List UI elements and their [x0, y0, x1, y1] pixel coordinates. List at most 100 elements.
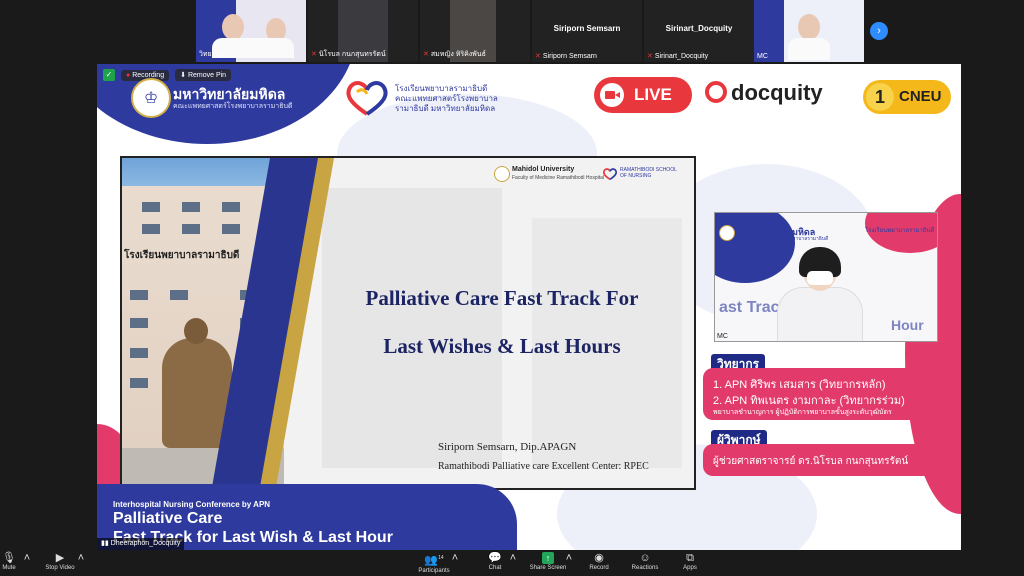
slide-title-line1: Palliative Care Fast Track For	[365, 286, 639, 310]
banner-subtitle: Interhospital Nursing Conference by APN	[113, 500, 271, 509]
slide-logo-uni: Mahidol University	[512, 166, 575, 173]
cneu-number: 1	[866, 83, 894, 111]
speaker-line-3: พยาบาลชำนาญการ ผู้ปฏิบัติการพยาบาลขั้นสู…	[713, 409, 892, 416]
self-view-name: ▮▮ Dheeraphon_Docquity	[97, 538, 185, 550]
slide-bg-building	[322, 188, 502, 468]
docquity-label: docquity	[731, 80, 823, 105]
participant-tile[interactable]: วิทยากร	[196, 0, 306, 62]
participant-tile[interactable]: Siriporn Semsarn ✕ Siriporn Semsarn	[532, 0, 642, 62]
apps-button[interactable]: ⧉ Apps	[676, 552, 704, 571]
statue-head	[184, 318, 208, 344]
chat-options-button[interactable]: ˄	[508, 552, 518, 565]
pin-icon: ⬇	[180, 72, 186, 79]
chevron-up-icon: ˄	[23, 552, 31, 564]
video-camera-icon: ▶	[55, 552, 65, 564]
mic-muted-icon: ✕	[311, 51, 317, 58]
participant-name-row: ✕ Sirinart_Docquity	[647, 52, 708, 60]
nursing-school-name: โรงเรียนพยาบาลรามาธิบดี คณะแพทยศาสตร์โรง…	[395, 84, 498, 113]
speakers-panel: 1. APN ศิริพร เสมสาร (วิทยากรหลัก) 2. AP…	[703, 368, 935, 420]
nursing-heart-icon	[602, 168, 618, 181]
reactions-button[interactable]: ☺ Reactions	[626, 552, 664, 571]
signal-icon: ▮▮	[101, 540, 111, 547]
critic-line-1: ผู้ช่วยศาสตราจารย์ ดร.นิโรบล กนกสุนทรรัต…	[713, 456, 909, 467]
participant-name: Siriporn Semsarn	[542, 53, 597, 60]
participants-count: 14	[438, 555, 444, 561]
presentation-slide: โรงเรียนพยาบาลรามาธิบดี Mahidol Universi…	[120, 156, 696, 490]
live-label: LIVE	[634, 85, 672, 104]
participant-tile[interactable]: ✕ สมหญิง หิริคิงพันธ์	[420, 0, 530, 62]
presenter-video[interactable]: มหาวิทยาลัยมหิดล คณะแพทยศาสตร์โรงพยาบาลร…	[714, 212, 938, 342]
video-camera-icon	[600, 83, 624, 107]
chevron-right-icon: ›	[877, 25, 881, 37]
participants-options-button[interactable]: ˄	[450, 552, 460, 565]
chat-button[interactable]: 💬 Chat	[480, 552, 510, 571]
docquity-logo: docquity	[705, 80, 823, 106]
stop-video-button[interactable]: ▶ Stop Video	[40, 552, 80, 571]
mahidol-seal-icon	[494, 166, 510, 182]
reactions-label: Reactions	[631, 565, 659, 571]
mute-label: Mute	[2, 565, 16, 571]
video-school-name: โรงเรียนพยาบาลรามาธิบดี	[865, 228, 935, 234]
critic-panel: ผู้ช่วยศาสตราจารย์ ดร.นิโรบล กนกสุนทรรัต…	[703, 444, 935, 476]
participant-center-name: Sirinart_Docquity	[665, 24, 733, 33]
slide-title-line2: Last Wishes & Last Hours	[383, 334, 621, 358]
participant-face	[222, 14, 244, 40]
participant-name: MC	[757, 53, 768, 60]
meeting-status-bar: ✓ ● Recording ⬇ Remove Pin	[103, 68, 232, 82]
chat-label: Chat	[488, 565, 502, 571]
slide-logos: Mahidol University Faculty of Medicine R…	[492, 164, 688, 186]
record-label: Record	[589, 565, 609, 571]
participant-name-row: ✕ Siriporn Semsarn	[535, 52, 597, 60]
university-subtitle: คณะแพทยศาสตร์โรงพยาบาลรามาธิบดี	[173, 103, 293, 110]
next-page-button[interactable]: ›	[870, 22, 888, 40]
building-sign: โรงเรียนพยาบาลรามาธิบดี	[124, 250, 240, 261]
mic-muted-icon: ✕	[647, 53, 653, 60]
presenter-body	[777, 287, 863, 341]
participant-tile[interactable]: MC	[754, 0, 864, 62]
microphone-icon: 🎙	[2, 552, 16, 564]
docquity-mark-icon	[705, 81, 727, 103]
mic-muted-icon: ✕	[535, 53, 541, 60]
live-badge: LIVE	[594, 77, 692, 113]
participant-name-row: ✕ สมหญิง หิริคิงพันธ์	[423, 49, 486, 60]
participant-name: นิโรบล กนกสุนทรรัตน์	[318, 51, 386, 58]
chat-icon: 💬	[488, 552, 502, 564]
participant-strip: วิทยากร ✕ นิโรบล กนกสุนทรรัตน์ ✕ สมหญิง หิ…	[0, 0, 1024, 64]
cneu-badge: 1 CNEU	[863, 80, 951, 114]
banner-title-line1: Palliative Care	[113, 510, 223, 527]
reactions-icon: ☺	[639, 552, 651, 564]
record-icon: ◉	[594, 552, 604, 564]
video-uni-sub: คณะแพทยศาสตร์โรงพยาบาลรามาธิบดี	[743, 236, 829, 242]
participant-center-name: Siriporn Semsarn	[553, 24, 621, 33]
chevron-up-icon: ˄	[77, 552, 85, 564]
participant-face	[798, 14, 820, 40]
participant-name: วิทยากร	[199, 51, 224, 58]
video-name-label: MC	[717, 333, 728, 340]
presenter-mask	[807, 271, 833, 285]
chevron-up-icon: ˄	[565, 552, 573, 564]
chevron-up-icon: ˄	[509, 552, 517, 564]
remove-pin-button[interactable]: ⬇ Remove Pin	[175, 69, 232, 81]
shield-icon[interactable]: ✓	[103, 69, 115, 81]
participant-name: สมหญิง หิริคิงพันธ์	[430, 51, 486, 58]
meeting-toolbar: 🎙 Mute ˄ ▶ Stop Video ˄ 👥14 Participants ˄ …	[0, 550, 1024, 576]
mute-options-button[interactable]: ˄	[22, 552, 32, 565]
slide-author: Siriporn Semsarn, Dip.APAGN	[438, 441, 577, 453]
apps-label: Apps	[683, 565, 697, 571]
participant-tile[interactable]: ✕ นิโรบล กนกสุนทรรัตน์	[308, 0, 418, 62]
record-button[interactable]: ◉ Record	[584, 552, 614, 571]
remove-pin-label: Remove Pin	[187, 72, 227, 79]
mute-button[interactable]: 🎙 Mute	[0, 552, 18, 571]
participant-body	[212, 38, 294, 58]
slide-logo-faculty: Faculty of Medicine Ramathibodi Hospital	[512, 175, 604, 181]
share-screen-label: Share Screen	[529, 565, 567, 571]
nursing-school-logo	[346, 81, 388, 116]
mahidol-logo: ♔	[131, 78, 171, 118]
mic-muted-icon: ✕	[423, 51, 429, 58]
video-bg-text: Hour	[891, 317, 924, 333]
participants-label: Participants	[418, 567, 450, 574]
slide-center-name: Ramathibodi Palliative care Excellent Ce…	[438, 461, 649, 472]
video-options-button[interactable]: ˄	[76, 552, 86, 565]
participant-tile[interactable]: Sirinart_Docquity ✕ Sirinart_Docquity	[644, 0, 754, 62]
share-options-button[interactable]: ˄	[564, 552, 574, 565]
